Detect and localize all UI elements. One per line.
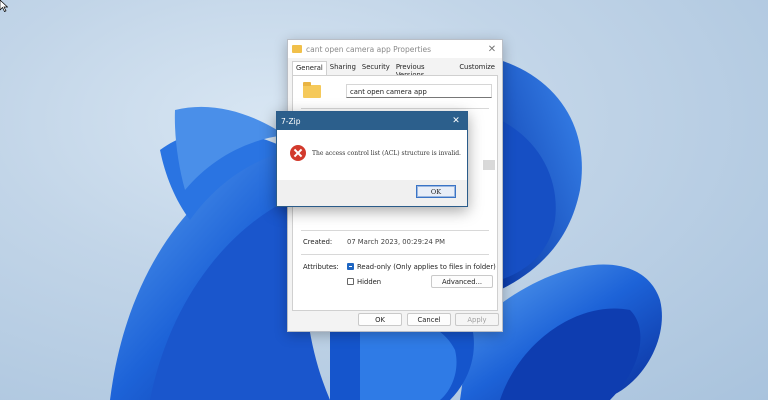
apply-button[interactable]: Apply <box>455 313 499 326</box>
attributes-label: Attributes: <box>303 263 339 271</box>
advanced-button[interactable]: Advanced... <box>431 275 493 288</box>
dialog-button-bar: OK Cancel Apply <box>288 309 502 331</box>
tab-customize[interactable]: Customize <box>456 61 498 75</box>
7zip-titlebar[interactable]: 7-Zip ✕ <box>277 112 467 130</box>
folder-icon <box>292 45 302 53</box>
readonly-checkbox[interactable] <box>347 263 354 270</box>
dialog-body: The access control list (ACL) structure … <box>277 130 467 180</box>
7zip-error-dialog: 7-Zip ✕ The access control list (ACL) st… <box>276 111 468 207</box>
error-icon <box>290 145 306 161</box>
folder-icon <box>303 82 321 98</box>
dialog-title: 7-Zip <box>281 116 301 126</box>
readonly-label: Read-only (Only applies to files in fold… <box>357 263 496 271</box>
divider <box>301 254 489 255</box>
error-message: The access control list (ACL) structure … <box>312 150 461 157</box>
hidden-checkbox[interactable] <box>347 278 354 285</box>
tab-previous-versions[interactable]: Previous Versions <box>393 61 457 79</box>
divider <box>301 108 489 109</box>
close-icon[interactable]: ✕ <box>445 116 467 126</box>
ok-button[interactable]: OK <box>416 185 456 198</box>
mouse-cursor-icon <box>0 0 8 12</box>
close-icon[interactable]: ✕ <box>482 44 502 55</box>
tab-sharing[interactable]: Sharing <box>327 61 359 75</box>
properties-titlebar[interactable]: cant open camera app Properties ✕ <box>288 40 502 58</box>
created-label: Created: <box>303 238 333 246</box>
divider <box>301 230 489 231</box>
created-value: 07 March 2023, 00:29:24 PM <box>347 238 445 246</box>
info-value-bar <box>483 160 495 170</box>
hidden-label: Hidden <box>357 278 382 286</box>
tab-bar: General Sharing Security Previous Versio… <box>292 61 498 79</box>
tab-security[interactable]: Security <box>359 61 393 75</box>
tab-general[interactable]: General <box>292 61 327 75</box>
window-title: cant open camera app Properties <box>306 44 432 54</box>
folder-name-input[interactable]: cant open camera app <box>346 84 492 98</box>
cancel-button[interactable]: Cancel <box>407 313 451 326</box>
ok-button[interactable]: OK <box>358 313 402 326</box>
